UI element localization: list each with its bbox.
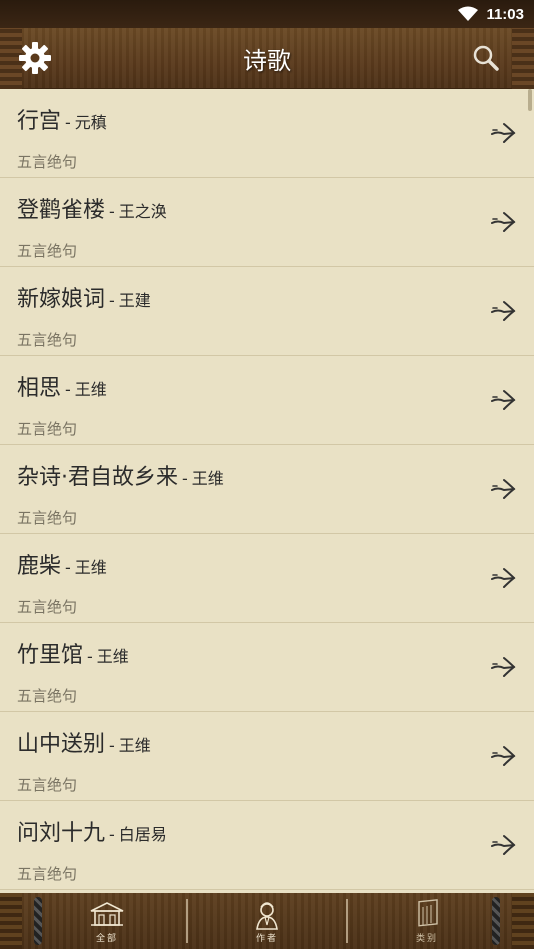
poem-category: 五言绝句 xyxy=(17,776,78,794)
poem-title: 山中送别 xyxy=(17,732,106,757)
status-bar: 11:03 xyxy=(0,0,534,28)
tab-category[interactable]: 类别 xyxy=(372,893,482,949)
poem-title: 竹里馆 xyxy=(17,643,84,668)
list-item[interactable]: 鹿柴 - 王维 五言绝句 xyxy=(0,534,534,623)
title-author-separator: - xyxy=(87,647,93,666)
list-item[interactable]: 行宫 - 元稹 五言绝句 xyxy=(0,89,534,178)
arrow-right-icon[interactable] xyxy=(490,744,516,768)
poem-title-line: 竹里馆 - 王维 xyxy=(17,637,129,669)
poem-category: 五言绝句 xyxy=(17,331,78,349)
list-item[interactable]: 竹里馆 - 王维 五言绝句 xyxy=(0,623,534,712)
tab-category-label: 类别 xyxy=(415,933,438,944)
poem-author: 王维 xyxy=(118,736,151,755)
wood-edge-right xyxy=(512,893,534,949)
list-item[interactable]: 山中送别 - 王维 五言绝句 xyxy=(0,712,534,801)
rope-decoration-left xyxy=(34,897,42,945)
title-author-separator: - xyxy=(65,558,71,577)
poem-title: 行宫 xyxy=(17,109,62,134)
poem-author: 元稹 xyxy=(74,113,107,132)
arrow-right-icon[interactable] xyxy=(490,299,516,323)
scrollbar[interactable] xyxy=(528,89,532,111)
arrow-right-icon[interactable] xyxy=(490,655,516,679)
title-author-separator: - xyxy=(182,469,188,488)
poem-category: 五言绝句 xyxy=(17,242,78,260)
arrow-right-icon[interactable] xyxy=(490,388,516,412)
arrow-right-icon[interactable] xyxy=(490,210,516,234)
tab-all[interactable]: 全部 xyxy=(52,893,162,949)
title-author-separator: - xyxy=(109,202,115,221)
tab-all-label: 全部 xyxy=(95,933,118,944)
wood-edge-right xyxy=(512,28,534,89)
tab-author-label: 作者 xyxy=(255,933,278,944)
poem-title-line: 问刘十九 - 白居易 xyxy=(17,815,167,847)
poem-author: 王建 xyxy=(118,291,151,310)
poem-title-line: 相思 - 王维 xyxy=(17,370,107,402)
title-author-separator: - xyxy=(109,825,115,844)
poem-author: 王之涣 xyxy=(118,202,167,221)
poem-title: 问刘十九 xyxy=(17,821,106,846)
tab-divider xyxy=(186,899,188,943)
poem-title: 登鹳雀楼 xyxy=(17,198,106,223)
scroll-icon xyxy=(418,898,438,927)
list-item[interactable]: 相思 - 王维 五言绝句 xyxy=(0,356,534,445)
tab-divider xyxy=(346,899,348,943)
poem-title-line: 登鹳雀楼 - 王之涣 xyxy=(17,192,167,224)
rope-decoration-right xyxy=(492,897,500,945)
gear-icon[interactable] xyxy=(18,41,52,75)
title-author-separator: - xyxy=(109,291,115,310)
title-author-separator: - xyxy=(109,736,115,755)
poem-category: 五言绝句 xyxy=(17,420,78,438)
poem-title: 鹿柴 xyxy=(17,554,62,579)
poem-title: 新嫁娘词 xyxy=(17,287,106,312)
poem-author: 白居易 xyxy=(118,825,167,844)
list-item[interactable]: 新嫁娘词 - 王建 五言绝句 xyxy=(0,267,534,356)
page-title: 诗歌 xyxy=(243,46,291,75)
poem-category: 五言绝句 xyxy=(17,865,78,883)
poem-title: 相思 xyxy=(17,376,62,401)
app-bar: 诗歌 xyxy=(0,28,534,89)
list-item[interactable]: 登鹳雀楼 - 王之涣 五言绝句 xyxy=(0,178,534,267)
poem-category: 五言绝句 xyxy=(17,598,78,616)
list-item[interactable]: 杂诗·君自故乡来 - 王维 五言绝句 xyxy=(0,445,534,534)
list-item[interactable]: 问刘十九 - 白居易 五言绝句 xyxy=(0,801,534,890)
poem-author: 王维 xyxy=(74,558,107,577)
poem-category: 五言绝句 xyxy=(17,153,78,171)
wood-edge-left xyxy=(0,893,22,949)
poem-list[interactable]: 行宫 - 元稹 五言绝句 登鹳雀楼 - 王之涣 五言绝句 新嫁娘词 - 王建 五言绝句 xyxy=(0,89,534,893)
poem-title-line: 杂诗·君自故乡来 - 王维 xyxy=(17,459,224,491)
arrow-right-icon[interactable] xyxy=(490,566,516,590)
poem-title-line: 新嫁娘词 - 王建 xyxy=(17,281,151,313)
poet-portrait-icon xyxy=(256,901,278,930)
poem-author: 王维 xyxy=(191,469,224,488)
poem-title-line: 行宫 - 元稹 xyxy=(17,103,107,135)
arrow-right-icon[interactable] xyxy=(490,121,516,145)
building-icon xyxy=(90,901,124,926)
poem-category: 五言绝句 xyxy=(17,509,78,527)
title-author-separator: - xyxy=(65,113,71,132)
search-icon[interactable] xyxy=(472,44,500,72)
title-author-separator: - xyxy=(65,380,71,399)
status-time: 11:03 xyxy=(486,5,524,23)
poem-author: 王维 xyxy=(96,647,129,666)
tab-author[interactable]: 作者 xyxy=(212,893,322,949)
poem-author: 王维 xyxy=(74,380,107,399)
poem-title-line: 鹿柴 - 王维 xyxy=(17,548,107,580)
poem-title-line: 山中送别 - 王维 xyxy=(17,726,151,758)
arrow-right-icon[interactable] xyxy=(490,477,516,501)
poem-category: 五言绝句 xyxy=(17,687,78,705)
bottom-tab-bar: 全部 作者 类别 xyxy=(0,893,534,949)
poem-title: 杂诗·君自故乡来 xyxy=(17,465,178,490)
wifi-icon xyxy=(458,6,479,21)
arrow-right-icon[interactable] xyxy=(490,833,516,857)
